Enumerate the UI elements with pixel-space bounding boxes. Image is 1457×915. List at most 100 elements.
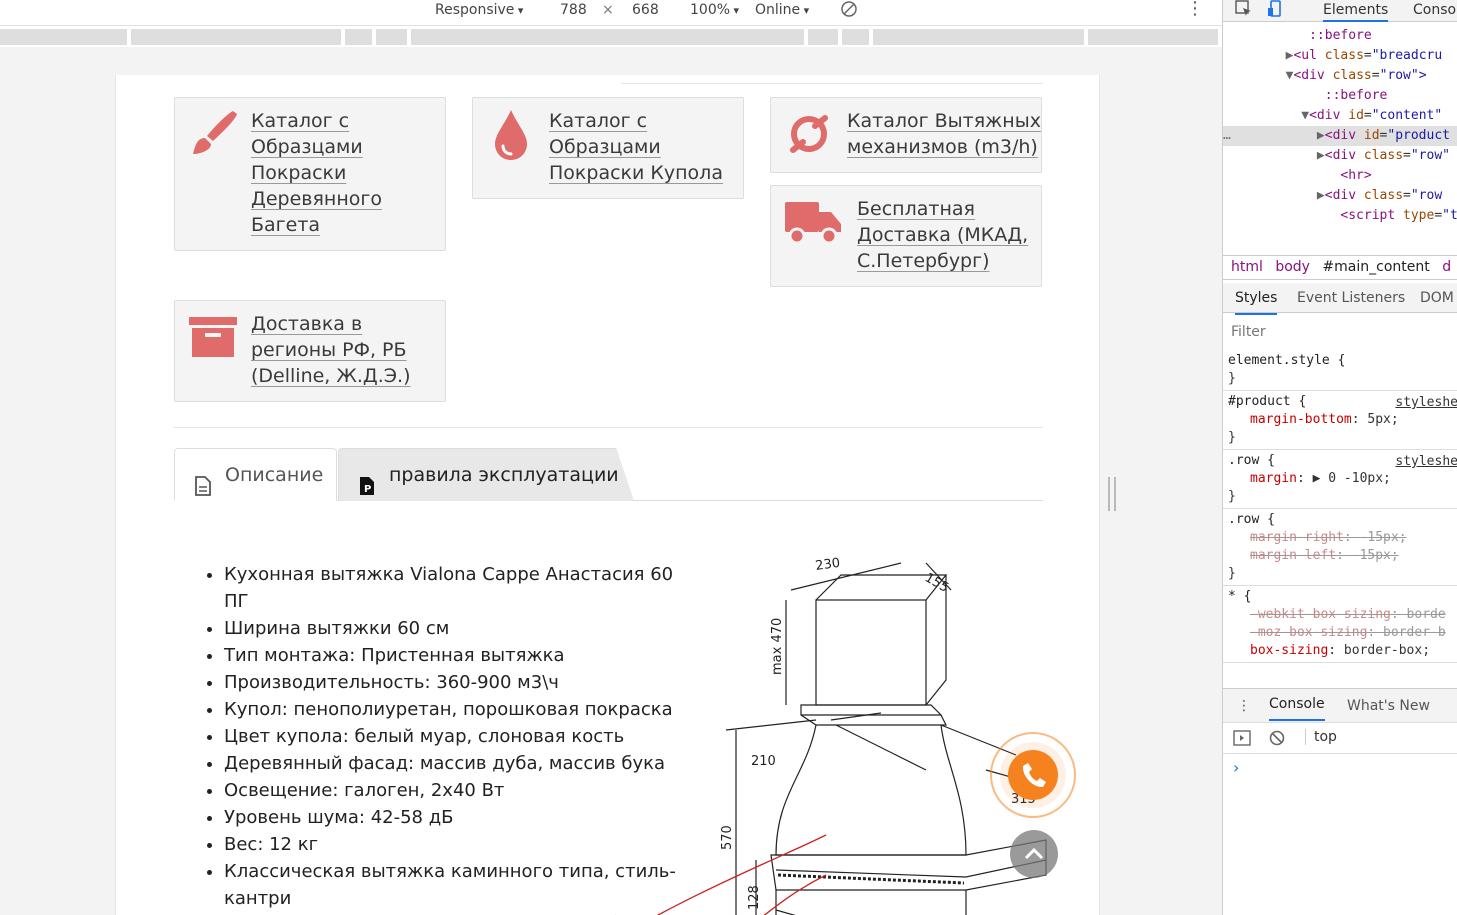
chevron-up-icon <box>1022 842 1046 870</box>
dom-node-row[interactable]: ▶<div class="row" <box>1223 146 1457 166</box>
css-rule[interactable]: .row {styleshe margin: ▶ 0 -10px;} <box>1223 450 1457 509</box>
dom-node-row[interactable]: ▼<div class="row"> <box>1223 66 1457 86</box>
callback-button[interactable] <box>1008 750 1058 800</box>
divider <box>621 83 1043 84</box>
tab-console-drawer[interactable]: Console <box>1269 689 1325 721</box>
card-line[interactable]: Бесплатная <box>857 198 975 220</box>
tab-console[interactable]: Conso <box>1413 0 1456 20</box>
regions-delivery-card[interactable]: Доставка в регионы РФ, РБ (Delline, Ж.Д.… <box>174 300 446 402</box>
scroll-to-top-button[interactable] <box>1010 830 1058 878</box>
css-rule[interactable]: .row {margin-right: -15px; margin-left: -… <box>1223 509 1457 586</box>
catalog-dome-card[interactable]: Каталог с Образцами Покраски Купола <box>472 97 744 199</box>
card-line[interactable]: Деревянного <box>251 188 382 210</box>
tab-label: Описание <box>225 464 324 486</box>
dom-node-row[interactable]: ::before <box>1223 86 1457 106</box>
breadcrumb-item[interactable]: body <box>1275 259 1310 275</box>
card-line[interactable]: Образцами <box>549 136 661 158</box>
card-line[interactable]: Доставка (МКАД, <box>857 224 1028 246</box>
paint-drop-icon <box>491 108 531 166</box>
devtools-tabbar: Elements Conso <box>1223 0 1457 22</box>
breadcrumb-item[interactable]: d <box>1442 259 1451 275</box>
divider <box>174 427 1043 428</box>
inspect-element-icon[interactable] <box>1235 0 1253 24</box>
css-rule[interactable]: #product {styleshe margin-bottom: 5px;} <box>1223 391 1457 450</box>
card-line[interactable]: С.Петербург) <box>857 250 990 272</box>
fan-icon <box>787 112 831 160</box>
clear-console-icon[interactable] <box>1269 730 1285 750</box>
paint-brush-icon <box>187 108 239 164</box>
truck-icon <box>783 198 843 250</box>
document-icon <box>195 464 211 517</box>
card-line[interactable]: регионы РФ, РБ <box>251 339 407 361</box>
context-select[interactable]: top <box>1305 729 1337 745</box>
card-line[interactable]: Каталог с <box>549 110 647 132</box>
css-rule[interactable]: element.style {} <box>1223 350 1457 391</box>
styles-tabbar: Styles Event Listeners DOM <box>1223 283 1457 315</box>
dim-label: 155 <box>922 570 951 595</box>
console-toolbar: top <box>1223 722 1457 754</box>
dom-node-row[interactable]: ▶<div class="row <box>1223 186 1457 206</box>
card-line[interactable]: Багета <box>251 214 320 236</box>
page-content: Каталог с Образцами Покраски Деревянного… <box>115 75 1100 915</box>
devtools-panel: Elements Conso ::before ▶<ul class="brea… <box>1222 0 1457 915</box>
svg-text:P: P <box>364 484 371 495</box>
dim-label: 570 <box>720 825 735 850</box>
viewport-height-input[interactable]: 668 <box>632 0 659 20</box>
media-query-ruler[interactable] <box>0 28 1222 46</box>
catalog-baguette-card[interactable]: Каталог с Образцами Покраски Деревянного… <box>174 97 446 251</box>
zoom-select[interactable]: 100% <box>690 0 739 21</box>
styles-filter-input[interactable] <box>1223 316 1457 348</box>
card-line[interactable]: Доставка в <box>251 313 362 335</box>
device-mode-select[interactable]: Responsive <box>435 0 523 21</box>
sidebar-toggle-icon[interactable] <box>1233 730 1251 750</box>
breadcrumb-item[interactable]: #main_content <box>1322 259 1429 275</box>
tab-dom-breakpoints[interactable]: DOM <box>1420 283 1454 313</box>
console-drawer-tabbar: ⋮ Console What's New <box>1223 688 1457 722</box>
drawer-menu-icon[interactable]: ⋮ <box>1237 689 1251 723</box>
tab-label: правила эксплуатации <box>389 464 619 486</box>
tab-elements[interactable]: Elements <box>1323 0 1389 22</box>
dom-node-row[interactable]: <hr> <box>1223 166 1457 186</box>
card-line[interactable]: Каталог Вытяжных <box>847 110 1041 132</box>
breadcrumb: html body #main_content d <box>1223 255 1457 280</box>
card-line[interactable]: Покраски <box>251 162 346 184</box>
catalog-fans-card[interactable]: Каталог Вытяжных механизмов (m3/h) <box>770 97 1042 173</box>
dom-node-row[interactable]: ▼<div id="content" <box>1223 106 1457 126</box>
console-prompt-chevron-icon[interactable]: › <box>1233 758 1239 777</box>
more-options-icon[interactable]: ⋮ <box>1186 0 1204 18</box>
card-line[interactable]: Каталог с <box>251 110 349 132</box>
card-line[interactable]: (Delline, Ж.Д.Э.) <box>251 365 411 387</box>
device-toggle-icon[interactable] <box>1267 0 1283 24</box>
dom-node-row[interactable]: <script type="te <box>1223 206 1457 226</box>
pdf-file-icon: P <box>359 464 375 501</box>
css-rules: element.style {} #product {styleshe margin… <box>1223 350 1457 663</box>
dom-tree[interactable]: ::before ▶<ul class="breadcru ▼<div clas… <box>1223 26 1457 252</box>
phone-icon <box>1021 761 1047 793</box>
tab-operating-rules[interactable]: P правила эксплуатации <box>338 448 634 501</box>
tab-event-listeners[interactable]: Event Listeners <box>1297 283 1405 313</box>
dim-label: 230 <box>814 556 841 574</box>
breadcrumb-item[interactable]: html <box>1231 259 1263 275</box>
dom-node-row[interactable]: ▶<ul class="breadcru <box>1223 46 1457 66</box>
archive-box-icon <box>189 315 237 363</box>
card-line[interactable]: Покраски Купола <box>549 162 723 184</box>
rotate-icon[interactable] <box>840 0 858 24</box>
viewport-width-input[interactable]: 788 <box>560 0 587 20</box>
hood-technical-drawing: 230 155 max 470 210 315 570 128 <box>615 556 1047 915</box>
viewport-resize-handle[interactable] <box>1108 477 1116 511</box>
dimension-separator: × <box>602 2 614 18</box>
network-throttle-select[interactable]: Online <box>755 0 809 21</box>
card-line[interactable]: Образцами <box>251 136 363 158</box>
dim-label: max 470 <box>770 618 785 675</box>
dom-node-row[interactable]: … ▶<div id="product <box>1223 126 1457 146</box>
free-delivery-card[interactable]: Бесплатная Доставка (МКАД, С.Петербург) <box>770 185 1042 287</box>
css-rule[interactable]: * {-webkit-box-sizing: borde -moz-box-siz… <box>1223 586 1457 663</box>
device-toolbar: Responsive 788 × 668 100% Online ⋮ <box>0 0 1222 26</box>
dim-label: 210 <box>751 754 776 769</box>
card-line[interactable]: механизмов (m3/h) <box>847 136 1038 158</box>
dom-node-row[interactable]: ::before <box>1223 26 1457 46</box>
tab-styles[interactable]: Styles <box>1235 283 1278 315</box>
tab-whats-new[interactable]: What's New <box>1347 689 1430 723</box>
dim-label: 128 <box>747 885 762 910</box>
tab-description[interactable]: Описание <box>174 448 337 501</box>
